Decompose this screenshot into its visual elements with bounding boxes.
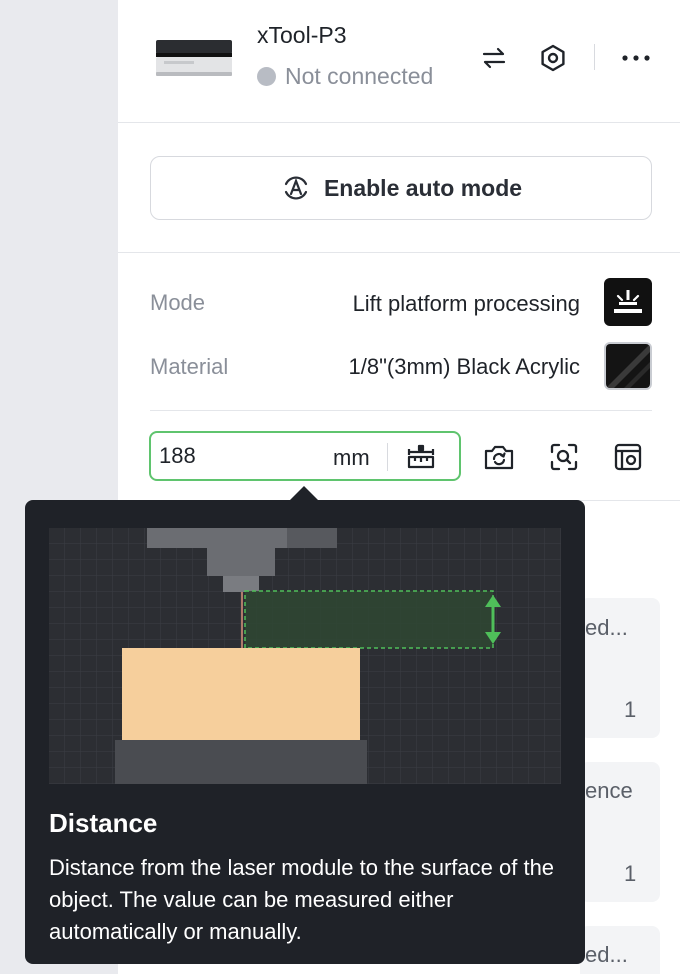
enable-auto-mode-button[interactable]: Enable auto mode bbox=[150, 156, 652, 220]
background-card-text: ence bbox=[585, 778, 633, 803]
distance-unit: mm bbox=[333, 445, 370, 470]
framing-icon[interactable] bbox=[609, 438, 647, 476]
lift-platform-icon[interactable] bbox=[604, 278, 652, 326]
connection-status: Not connected bbox=[257, 63, 433, 90]
mode-value[interactable]: Lift platform processing bbox=[353, 291, 580, 317]
swap-icon[interactable] bbox=[476, 40, 512, 76]
tooltip-description: Distance from the laser module to the su… bbox=[49, 855, 555, 944]
distance-field: mm bbox=[149, 431, 461, 481]
status-dot bbox=[257, 67, 276, 86]
settings-hex-icon[interactable] bbox=[535, 40, 571, 76]
tooltip-arrow bbox=[289, 486, 319, 501]
distance-illustration bbox=[49, 528, 561, 784]
mode-label: Mode bbox=[150, 290, 206, 315]
distance-tooltip: Distance Distance from the laser module … bbox=[25, 500, 585, 964]
field-divider bbox=[387, 443, 388, 471]
device-image bbox=[154, 38, 234, 78]
material-value[interactable]: 1/8"(3mm) Black Acrylic bbox=[348, 354, 580, 380]
background-card-count: 1 bbox=[624, 697, 637, 722]
material-swatch[interactable] bbox=[604, 342, 652, 390]
distance-input[interactable] bbox=[159, 442, 309, 470]
divider bbox=[118, 252, 680, 253]
auto-mode-label: Enable auto mode bbox=[323, 174, 523, 201]
background-card-count: 1 bbox=[624, 861, 637, 886]
background-card-text: ed... bbox=[585, 942, 628, 967]
camera-refresh-icon[interactable] bbox=[480, 438, 518, 476]
status-text: Not connected bbox=[285, 63, 434, 89]
device-name: xTool-P3 bbox=[257, 22, 347, 48]
header-divider bbox=[594, 44, 595, 70]
more-icon[interactable] bbox=[618, 40, 654, 76]
scan-focus-icon[interactable] bbox=[545, 438, 583, 476]
background-card-text: ed... bbox=[585, 615, 628, 640]
divider bbox=[150, 410, 652, 411]
divider bbox=[118, 122, 680, 123]
measure-distance-icon[interactable] bbox=[403, 439, 439, 475]
tooltip-title: Distance bbox=[49, 808, 158, 838]
material-label: Material bbox=[150, 354, 229, 379]
